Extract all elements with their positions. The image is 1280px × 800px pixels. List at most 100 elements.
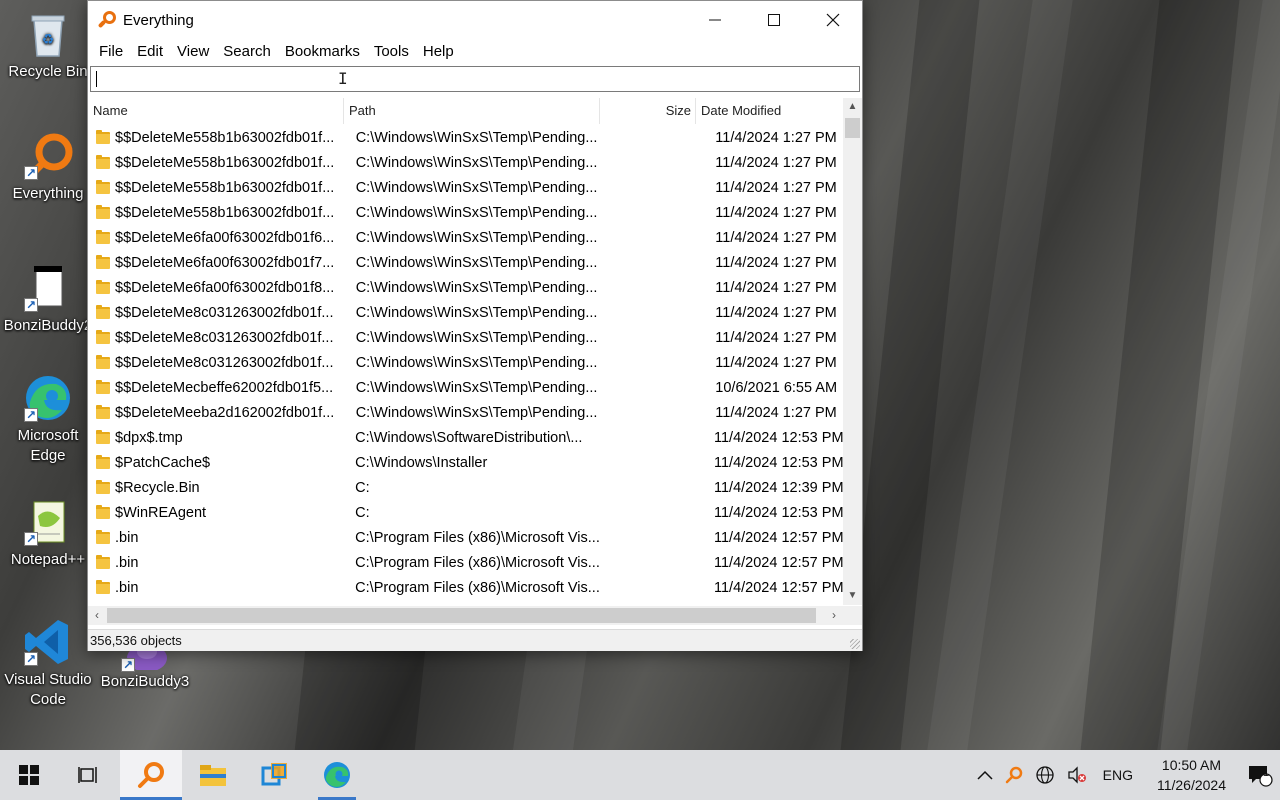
horizontal-scroll-thumb[interactable] [107,608,816,623]
menu-search[interactable]: Search [216,43,278,60]
scroll-up-icon[interactable]: ▲ [843,98,862,116]
tray-everything[interactable] [999,766,1029,784]
row-name: .bin [115,529,139,546]
shortcut-arrow-icon [121,655,135,675]
menu-help[interactable]: Help [416,43,461,60]
desktop-icon-bonzibuddy2[interactable]: BonziBuddy2 [0,262,96,336]
table-row[interactable]: $$DeleteMe6fa00f63002fdb01f8... C:\Window… [88,275,843,300]
menu-file[interactable]: File [92,43,130,60]
table-row[interactable]: $$DeleteMe558b1b63002fdb01f... C:\Windows… [88,150,843,175]
taskbar-everything[interactable] [120,750,182,800]
taskbar-file-explorer[interactable] [182,750,244,800]
row-date-modified: 11/4/2024 12:53 PM [714,504,843,521]
folder-icon [96,179,110,194]
table-row[interactable]: .bin C:\Program Files (x86)\Microsoft Vis… [88,550,843,575]
table-row[interactable]: $WinREAgent C: 11/4/2024 12:53 PM [88,500,843,525]
scroll-left-icon[interactable]: ‹ [88,606,106,625]
show-hidden-icons-button[interactable] [971,769,999,781]
window-title: Everything [123,11,194,29]
table-row[interactable]: $$DeleteMe6fa00f63002fdb01f7... C:\Window… [88,250,843,275]
desktop-icon-label: Everything [12,185,84,202]
folder-icon [96,229,110,244]
row-path: C: [355,479,370,496]
chevron-up-icon [977,770,993,780]
desktop-icon-notepadpp[interactable]: Notepad++ [0,496,96,570]
table-row[interactable]: $dpx$.tmp C:\Windows\SoftwareDistribution… [88,425,843,450]
row-path: C: [355,504,370,521]
search-box: I [90,66,860,92]
desktop-icon-label: BonziBuddy3 [100,673,190,690]
vertical-scroll-thumb[interactable] [845,118,860,138]
desktop-icon-label: Notepad++ [10,551,86,568]
menu-view[interactable]: View [170,43,216,60]
table-row[interactable]: $$DeleteMe8c031263002fdb01f... C:\Windows… [88,300,843,325]
title-bar[interactable]: Everything [88,1,862,39]
table-row[interactable]: $PatchCache$ C:\Windows\Installer 11/4/202… [88,450,843,475]
table-row[interactable]: $Recycle.Bin C: 11/4/2024 12:39 PM [88,475,843,500]
row-name: $$DeleteMe6fa00f63002fdb01f6... [115,229,335,246]
row-date-modified: 11/4/2024 1:27 PM [715,154,837,171]
clock[interactable]: 10:50 AM 11/26/2024 [1143,755,1240,795]
taskbar-edge[interactable] [306,750,368,800]
desktop-icon-everything[interactable]: Everything [0,130,96,204]
table-row[interactable]: .bin C:\Program Files (x86)\Microsoft Vis… [88,575,843,600]
column-header-name[interactable]: Name [88,98,344,124]
vscode-icon [22,616,74,669]
row-date-modified: 11/4/2024 12:53 PM [714,429,843,446]
row-date-modified: 11/4/2024 1:27 PM [715,229,837,246]
column-header-size[interactable]: Size [600,98,696,124]
folder-icon [96,304,110,319]
horizontal-scrollbar[interactable]: ‹ › [88,606,843,625]
close-button[interactable] [803,1,862,39]
folder-icon [96,479,110,494]
desktop-icon-vscode[interactable]: Visual Studio Code [0,616,96,710]
table-row[interactable]: $$DeleteMe8c031263002fdb01f... C:\Windows… [88,350,843,375]
table-row[interactable]: .bin C:\Program Files (x86)\Microsoft Vis… [88,525,843,550]
desktop-icon-edge[interactable]: Microsoft Edge [0,372,96,466]
folder-icon [96,329,110,344]
vertical-scrollbar[interactable]: ▲ ▼ [843,98,862,605]
maximize-button[interactable] [744,1,803,39]
folder-icon [96,204,110,219]
wallpaper-shade [294,650,426,750]
row-date-modified: 11/4/2024 1:27 PM [715,404,837,421]
clock-time: 10:50 AM [1161,757,1222,773]
column-header-date-modified[interactable]: Date Modified [696,98,843,124]
shortcut-arrow-icon [24,163,38,183]
table-row[interactable]: $$DeleteMe558b1b63002fdb01f... C:\Windows… [88,125,843,150]
ibeam-cursor-icon: I [338,69,348,88]
row-path: C:\Windows\WinSxS\Temp\Pending... [355,254,598,271]
column-header: Name Path Size Date Modified [88,98,843,124]
row-path: C:\Windows\WinSxS\Temp\Pending... [355,179,598,196]
start-button[interactable] [0,750,58,800]
search-input[interactable] [91,67,859,91]
scroll-right-icon[interactable]: › [825,606,843,625]
column-header-path[interactable]: Path [344,98,600,124]
menu-edit[interactable]: Edit [130,43,170,60]
table-row[interactable]: $$DeleteMe6fa00f63002fdb01f6... C:\Window… [88,225,843,250]
task-view-button[interactable] [58,750,120,800]
resize-grip-icon[interactable] [850,639,860,649]
table-row[interactable]: $$DeleteMe558b1b63002fdb01f... C:\Windows… [88,200,843,225]
tray-volume[interactable] [1061,765,1093,785]
desktop-icon-recycle-bin[interactable]: ♻ Recycle Bin [0,8,96,82]
menu-tools[interactable]: Tools [367,43,416,60]
table-row[interactable]: $$DeleteMe8c031263002fdb01f... C:\Windows… [88,325,843,350]
table-row[interactable]: $$DeleteMecbeffe62002fdb01f5... C:\Window… [88,375,843,400]
row-name: $Recycle.Bin [115,479,200,496]
input-language[interactable]: ENG [1093,767,1143,783]
row-path: C:\Windows\WinSxS\Temp\Pending... [355,329,598,346]
speaker-muted-icon [1067,766,1086,784]
row-path: C:\Program Files (x86)\Microsoft Vis... [355,579,600,596]
results-list[interactable]: $$DeleteMe558b1b63002fdb01f... C:\Windows… [88,125,843,601]
row-path: C:\Windows\WinSxS\Temp\Pending... [355,404,598,421]
table-row[interactable]: $$DeleteMe558b1b63002fdb01f... C:\Windows… [88,175,843,200]
minimize-button[interactable] [685,1,744,39]
scroll-down-icon[interactable]: ▼ [843,587,862,605]
table-row[interactable]: $$DeleteMeeba2d162002fdb01f... C:\Windows… [88,400,843,425]
row-date-modified: 11/4/2024 1:27 PM [715,279,837,296]
tray-network[interactable] [1029,765,1061,785]
notification-center-button[interactable]: 1 [1240,750,1280,800]
taskbar-virtualbox[interactable] [244,750,306,800]
menu-bookmarks[interactable]: Bookmarks [278,43,367,60]
